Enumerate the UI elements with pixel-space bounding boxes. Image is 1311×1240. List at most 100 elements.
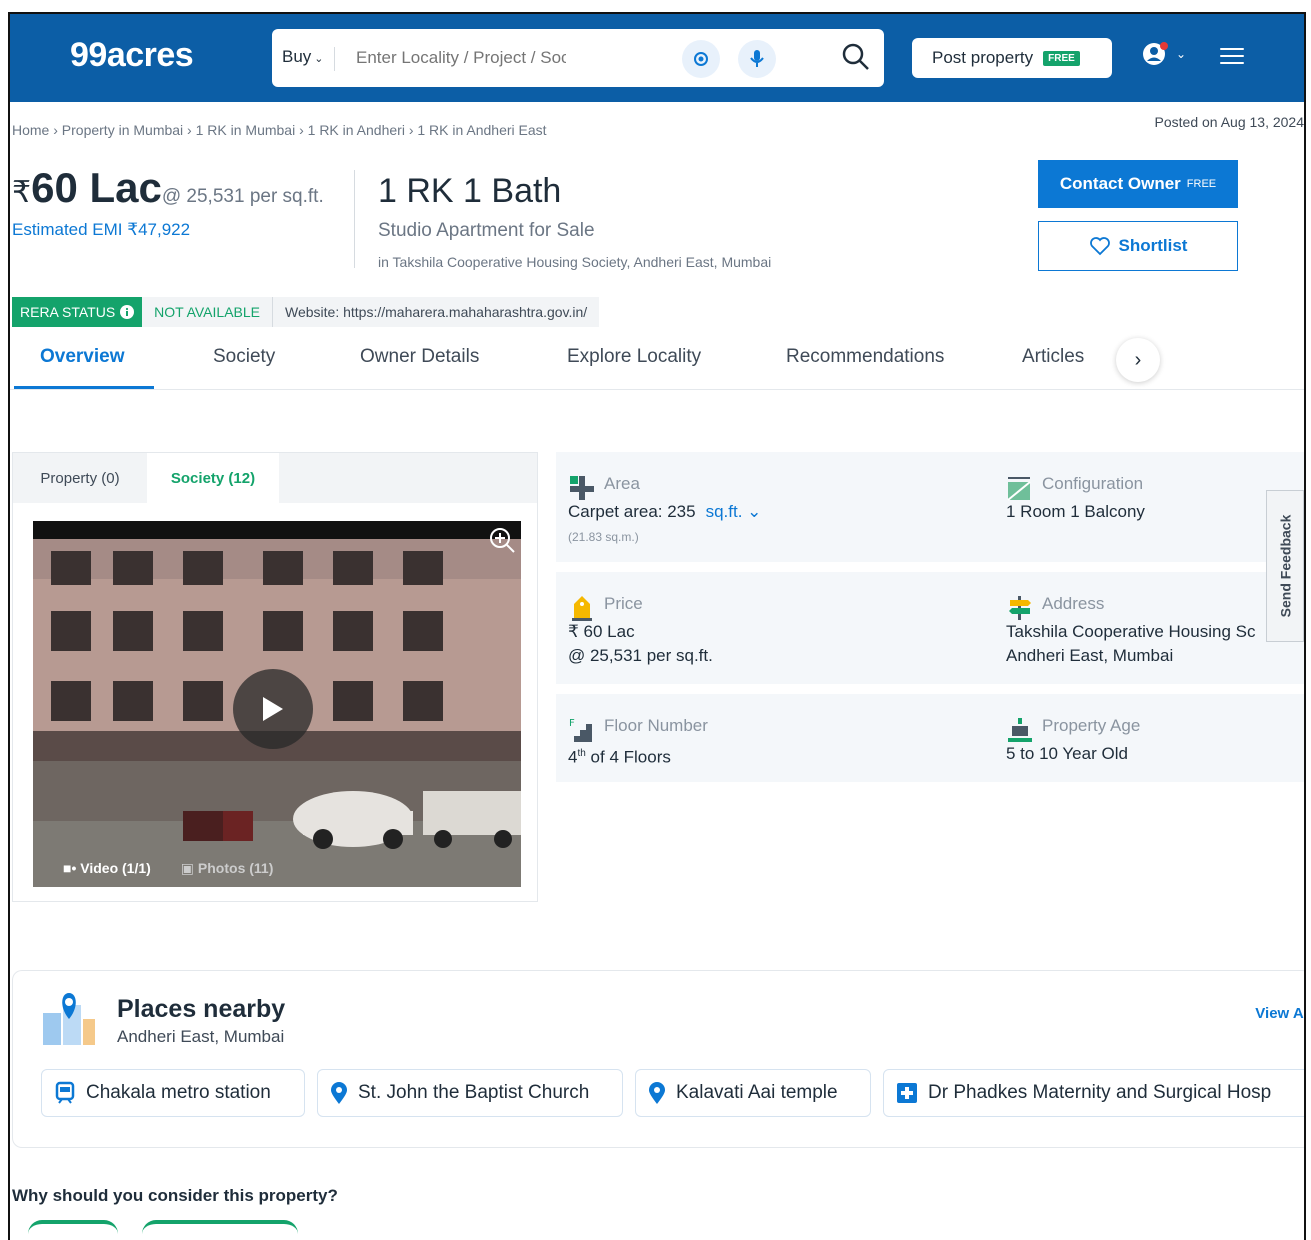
place-chip[interactable]: St. John the Baptist Church [317,1069,623,1117]
floor-age-row: F Floor Number 4th of 4 Floors Property … [556,694,1304,782]
age-cell: Property Age 5 to 10 Year Old [994,694,1304,782]
area-value: Carpet area: 235 sq.ft. ⌄ [568,500,761,524]
free-badge: FREE [1043,50,1080,66]
places-nearby-card: Places nearby Andheri East, Mumbai View … [12,970,1304,1148]
price-value: 60 Lac [31,164,162,211]
photo-count[interactable]: ▣ Photos (11) [181,860,274,877]
video-label: Video (1/1) [80,860,151,876]
search-icon[interactable] [840,41,872,73]
post-property-button[interactable]: Post property FREE [912,38,1112,78]
chevron-right-icon[interactable]: › [1116,338,1160,382]
search-bar: Buy ⌄ [272,29,884,87]
rera-website[interactable]: Website: https://maharera.mahaharashtra.… [273,297,600,327]
media-gallery: Property (0) Society (12) ■• Video (1/1)… [12,452,538,902]
hamburger-menu-icon[interactable] [1220,48,1244,69]
zoom-in-icon[interactable] [487,525,517,555]
rera-status-bar: RERA STATUS NOT AVAILABLE Website: https… [12,297,600,327]
user-icon [1143,42,1168,65]
search-input[interactable] [356,43,566,73]
place-name: Dr Phadkes Maternity and Surgical Hosp [928,1082,1272,1103]
tab-property-photos[interactable]: Property (0) [13,453,147,503]
play-button[interactable] [233,669,313,749]
unit-dropdown[interactable]: sq.ft. ⌄ [706,502,762,521]
tab-explore-locality[interactable]: Explore Locality [567,346,701,368]
tab-society[interactable]: Society [213,346,275,368]
area-icon [570,476,594,500]
video-count[interactable]: ■• Video (1/1) [63,860,151,877]
property-location: in Takshila Cooperative Housing Society,… [378,254,772,270]
free-tag: FREE [1186,178,1217,190]
microphone-icon[interactable] [738,40,776,78]
property-age-value: 5 to 10 Year Old [1006,744,1128,763]
info-icon[interactable] [120,305,135,319]
map-pin-icon [649,1082,665,1104]
tab-articles[interactable]: Articles [1022,346,1084,368]
chevron-down-icon: ⌄ [1176,47,1187,61]
play-icon [263,697,283,721]
estimated-emi-link[interactable]: Estimated EMI ₹47,922 [12,220,190,240]
address-label: Address [1042,594,1105,613]
location-target-icon[interactable] [682,40,720,78]
address-cell: Address Takshila Cooperative Housing Sc A… [994,572,1304,684]
tab-overview[interactable]: Overview [40,346,125,368]
highlight-pill[interactable] [28,1220,118,1240]
view-all-link[interactable]: View All [1255,1005,1304,1022]
floor-suffix: th [577,748,586,759]
highlight-pill[interactable] [142,1220,298,1240]
place-chip[interactable]: Chakala metro station [41,1069,305,1117]
breadcrumb[interactable]: Home › Property in Mumbai › 1 RK in Mumb… [12,122,547,138]
buy-label: Buy [282,47,312,66]
area-sqm: (21.83 sq.m.) [568,530,639,544]
user-menu[interactable]: ⌄ [1142,40,1186,68]
price-tag-icon [572,596,592,621]
signpost-icon [1009,596,1031,620]
property-details-grid: Area Carpet area: 235 sq.ft. ⌄ (21.83 sq.… [556,452,1304,782]
shortlist-button[interactable]: Shortlist [1038,221,1238,271]
hospital-icon [897,1083,917,1103]
price-address-row: Price ₹ 60 Lac @ 25,531 per sq.ft. Addres… [556,572,1304,684]
price-detail-value: ₹ 60 Lac [568,622,635,641]
society-video-thumbnail[interactable]: ■• Video (1/1) ▣ Photos (11) [33,521,521,887]
places-nearby-location: Andheri East, Mumbai [117,1027,285,1046]
why-consider-heading: Why should you consider this property? [12,1186,338,1205]
tab-owner-details[interactable]: Owner Details [360,346,479,368]
top-header: 99acres Buy⌄ Post property FREE ⌄ [10,14,1304,102]
contact-owner-button[interactable]: Contact Owner FREE [1038,160,1238,208]
property-age-label: Property Age [1042,716,1141,735]
svg-text:F: F [569,718,575,729]
configuration-cell: Configuration 1 Room 1 Balcony [994,452,1304,562]
divider [354,170,355,268]
place-chip[interactable]: Kalavati Aai temple [635,1069,871,1117]
feedback-label: Send Feedback [1277,514,1294,618]
floor-total: of 4 Floors [590,747,671,767]
place-name: Kalavati Aai temple [676,1082,838,1103]
place-chip[interactable]: Dr Phadkes Maternity and Surgical Hosp [883,1069,1304,1117]
places-nearby-title: Places nearby [117,995,286,1023]
rera-status-tag: RERA STATUS [12,297,143,327]
area-cell: Area Carpet area: 235 sq.ft. ⌄ (21.83 sq.… [556,452,994,562]
unit-label: sq.ft. [705,502,743,521]
gallery-tabs: Property (0) Society (12) [13,453,537,503]
active-tab-indicator [14,386,154,389]
configuration-label: Configuration [1042,474,1144,493]
buy-dropdown[interactable]: Buy ⌄ [282,47,335,71]
contact-owner-label: Contact Owner [1059,174,1181,193]
floor-label: Floor Number [604,716,708,735]
send-feedback-tab[interactable]: Send Feedback [1266,490,1304,642]
address-line-1: Takshila Cooperative Housing Sc [1006,622,1256,641]
logo[interactable]: 99acres [70,36,194,75]
heart-icon [1089,237,1110,256]
carpet-area: Carpet area: 235 [568,502,696,521]
tab-recommendations[interactable]: Recommendations [786,346,944,368]
configuration-icon [1007,477,1031,501]
chevron-down-icon: ⌄ [314,53,324,65]
page-frame: 99acres Buy⌄ Post property FREE ⌄ Home ›… [8,12,1306,1240]
post-property-label: Post property [932,48,1034,67]
property-type: Studio Apartment for Sale [378,220,595,241]
configuration-title: 1 RK 1 Bath [378,172,562,210]
price-label: Price [604,594,643,613]
property-age-icon [1008,718,1032,742]
price-detail: ₹ 60 Lac @ 25,531 per sq.ft. [568,620,713,668]
configuration-value: 1 Room 1 Balcony [1006,502,1145,521]
tab-society-photos[interactable]: Society (12) [147,453,279,503]
